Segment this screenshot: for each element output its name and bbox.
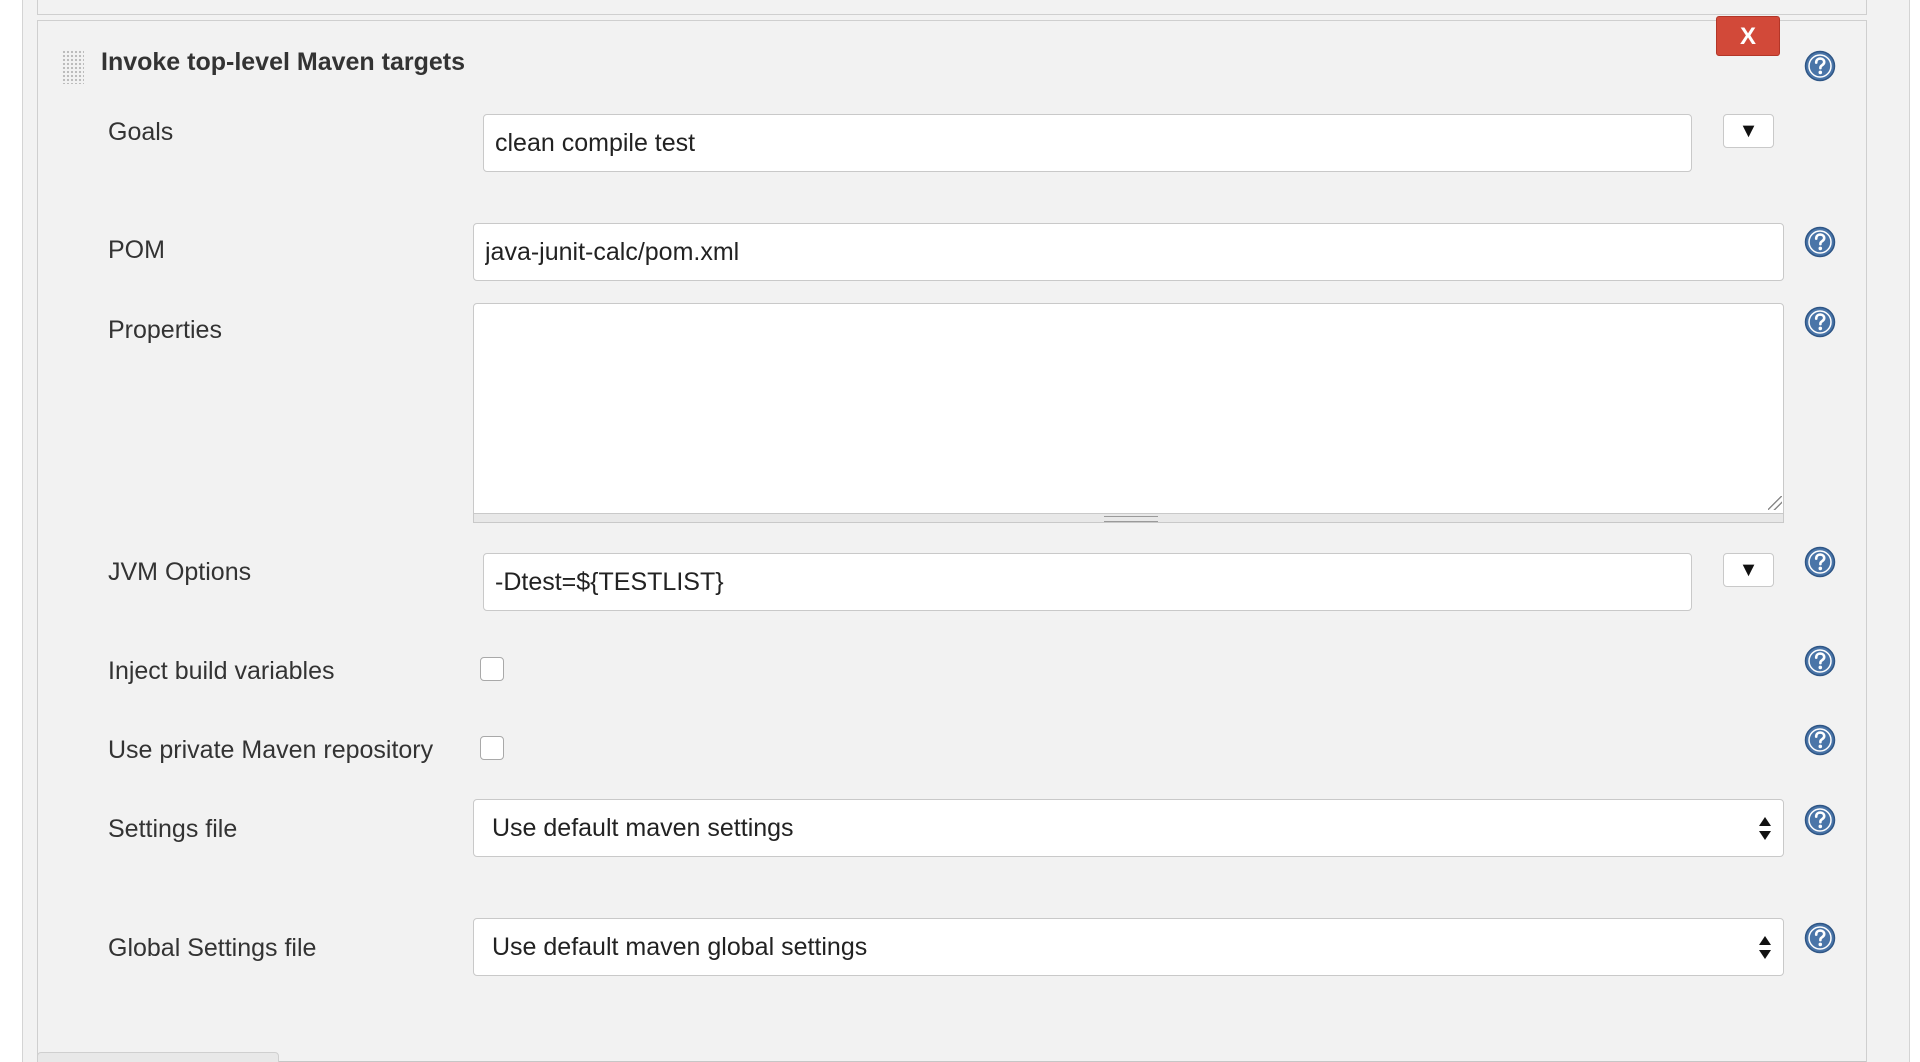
settings-file-label: Settings file <box>108 815 238 843</box>
jvm-options-dropdown-button[interactable]: ▼ <box>1723 553 1774 587</box>
settings-file-selected: Use default maven settings <box>492 814 794 842</box>
inject-build-variables-checkbox[interactable] <box>480 657 504 681</box>
global-settings-file-selected: Use default maven global settings <box>492 933 868 961</box>
settings-file-select[interactable]: Use default maven settings <box>473 799 1784 857</box>
goals-input[interactable] <box>483 114 1692 172</box>
global-settings-file-select[interactable]: Use default maven global settings <box>473 918 1784 976</box>
jenkins-config-page: Invoke top-level Maven targets X Goals ▼… <box>0 0 1920 1062</box>
help-icon[interactable] <box>1804 804 1836 836</box>
help-icon[interactable] <box>1804 306 1836 338</box>
goals-dropdown-button[interactable]: ▼ <box>1723 114 1774 148</box>
properties-label: Properties <box>108 316 222 344</box>
triangle-down-icon: ▼ <box>1738 559 1759 581</box>
private-repo-label: Use private Maven repository <box>108 736 434 764</box>
properties-textarea[interactable] <box>473 303 1784 514</box>
help-icon[interactable] <box>1804 724 1836 756</box>
textarea-resize-handle[interactable] <box>473 514 1784 523</box>
previous-build-step <box>37 0 1867 15</box>
inject-build-variables-label: Inject build variables <box>108 657 335 685</box>
help-icon[interactable] <box>1804 50 1836 82</box>
maven-build-step <box>37 20 1867 1062</box>
help-icon[interactable] <box>1804 922 1836 954</box>
next-section-tab <box>37 1052 279 1062</box>
triangle-down-icon: ▼ <box>1738 120 1759 142</box>
delete-step-button[interactable]: X <box>1716 16 1780 56</box>
pom-label: POM <box>108 236 165 264</box>
drag-handle-icon[interactable] <box>62 50 84 84</box>
jvm-options-label: JVM Options <box>108 558 252 586</box>
goals-label: Goals <box>108 118 174 146</box>
help-icon[interactable] <box>1804 226 1836 258</box>
section-title: Invoke top-level Maven targets <box>101 48 466 76</box>
up-down-arrows-icon <box>1759 817 1771 841</box>
resize-corner-icon[interactable] <box>1768 496 1782 510</box>
help-icon[interactable] <box>1804 645 1836 677</box>
pom-input[interactable] <box>473 223 1784 281</box>
up-down-arrows-icon <box>1759 936 1771 960</box>
global-settings-file-label: Global Settings file <box>108 934 317 962</box>
jvm-options-input[interactable] <box>483 553 1692 611</box>
help-icon[interactable] <box>1804 546 1836 578</box>
private-repo-checkbox[interactable] <box>480 736 504 760</box>
